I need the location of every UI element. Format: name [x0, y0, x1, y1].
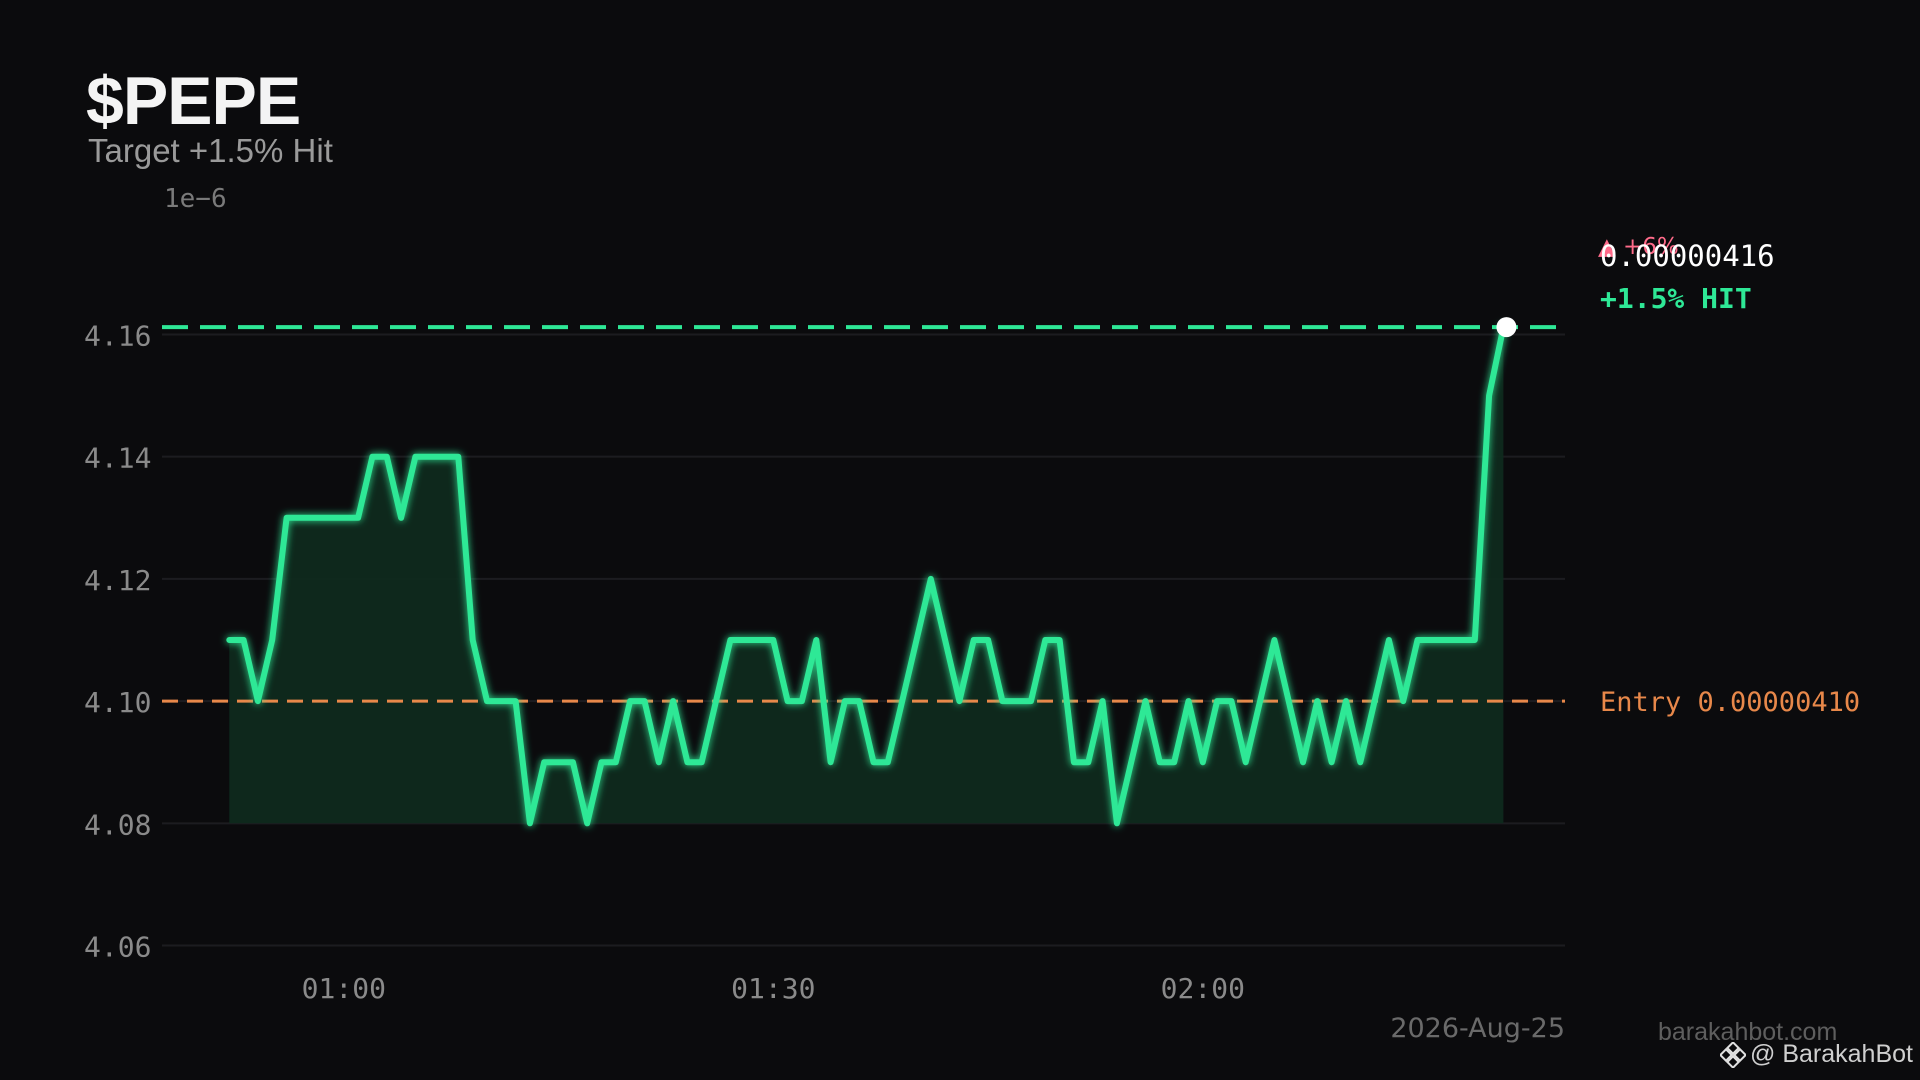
y-tick-label: 4.08 — [84, 808, 151, 841]
y-tick-label: 4.12 — [84, 564, 151, 597]
last-price-dot — [1496, 317, 1517, 338]
watermark-handle: @ BarakahBot — [1750, 1040, 1913, 1068]
x-tick-label: 02:00 — [1161, 972, 1245, 1005]
price-area — [229, 327, 1504, 824]
binance-diamond-icon — [1720, 1041, 1746, 1068]
watermark-handle-row: @ BarakahBot — [1720, 1040, 1913, 1069]
last-price-label: 0.00000416 — [1600, 239, 1775, 273]
y-tick-label: 4.16 — [84, 319, 151, 352]
x-tick-label: 01:00 — [302, 972, 386, 1005]
entry-label: Entry 0.00000410 — [1600, 687, 1860, 718]
y-tick-label: 4.06 — [84, 931, 151, 964]
price-chart: 4.06 4.08 4.10 4.12 4.14 4.16 1e−6 01:00 01:30 02… — [84, 184, 1860, 1044]
price-area-fill — [229, 327, 1504, 824]
date-label: 2026-Aug-25 — [1390, 1013, 1565, 1044]
y-tick-label: 4.10 — [84, 686, 151, 719]
target-hit-label: +1.5% HIT — [1600, 282, 1752, 315]
y-scale-label: 1e−6 — [164, 184, 227, 214]
x-tick-label: 01:30 — [731, 972, 815, 1005]
y-tick-label: 4.14 — [84, 442, 151, 475]
